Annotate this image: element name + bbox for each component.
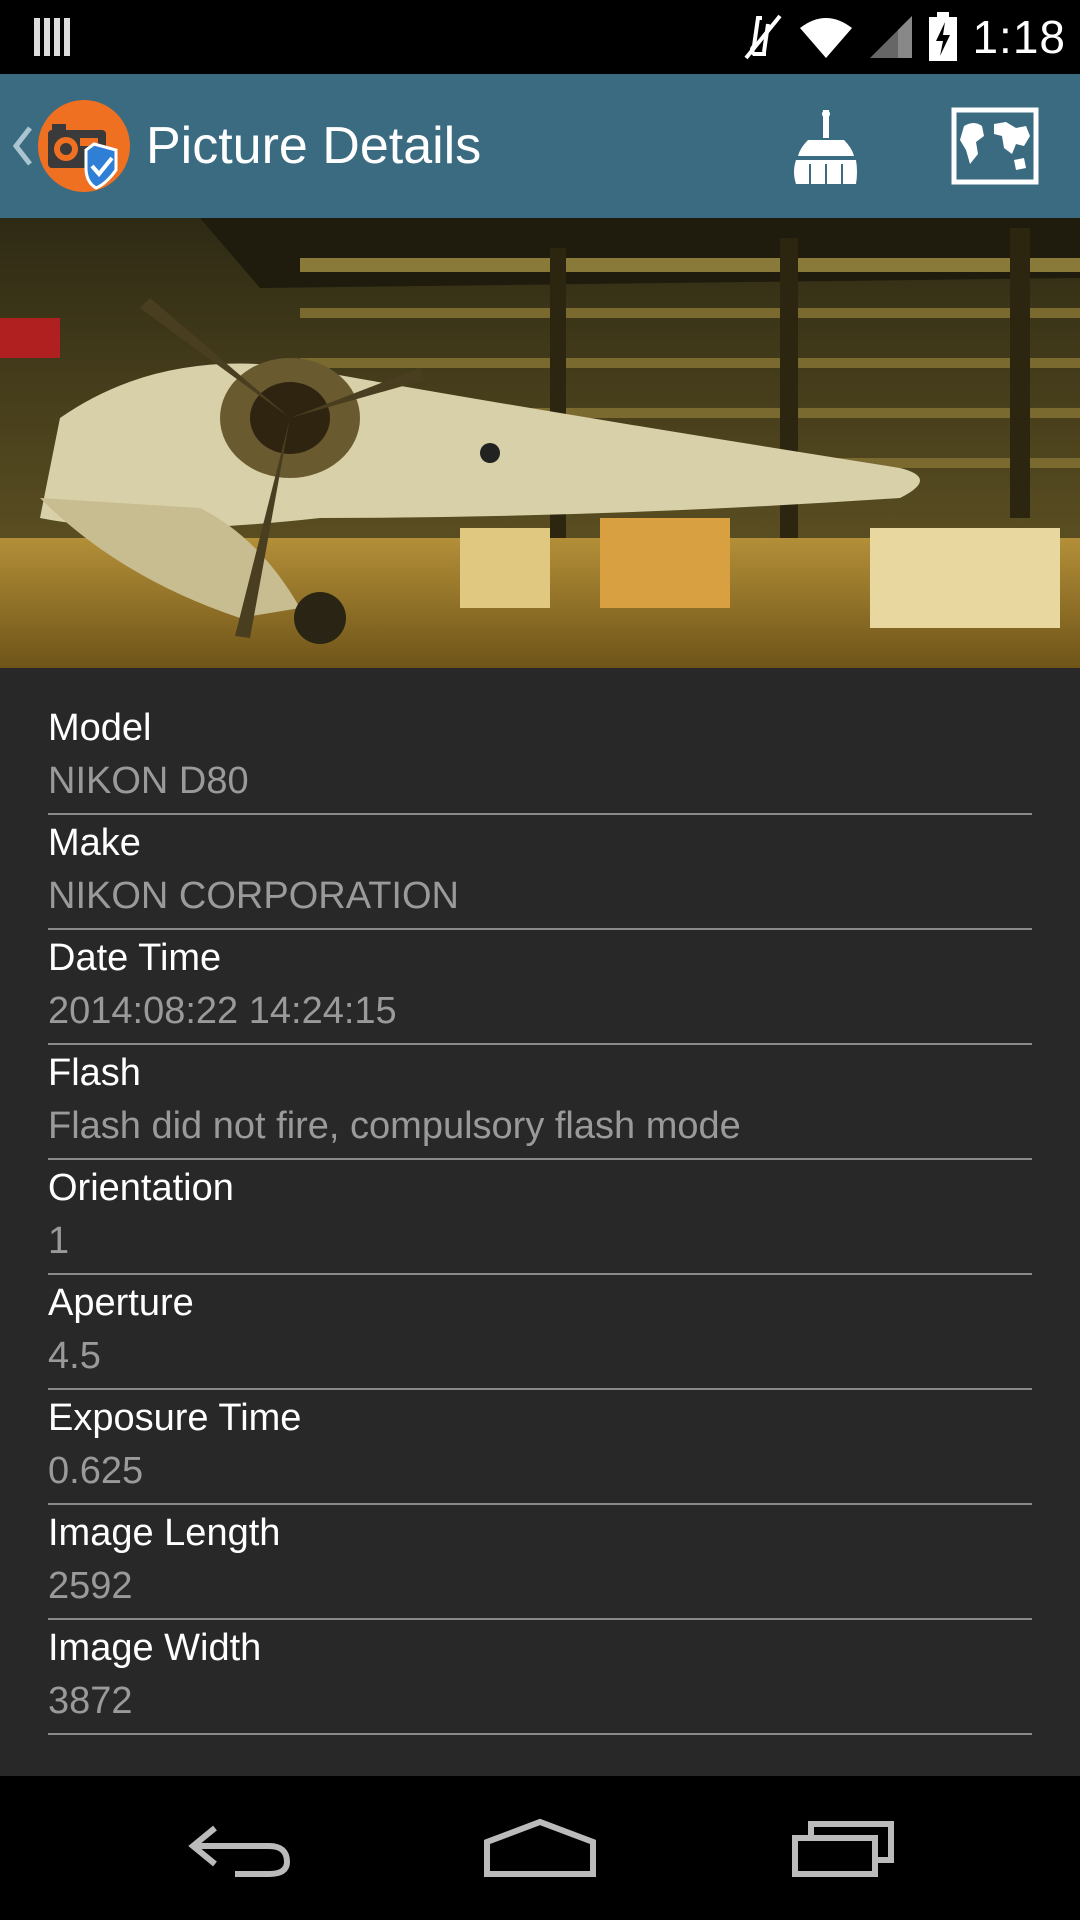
detail-row-make: Make NIKON CORPORATION: [48, 815, 1032, 930]
detail-row-image-width: Image Width 3872: [48, 1620, 1032, 1735]
detail-label: Make: [48, 822, 141, 864]
detail-value: 2014:08:22 14:24:15: [48, 990, 397, 1032]
detail-row-orientation: Orientation 1: [48, 1160, 1032, 1275]
detail-label: Flash: [48, 1052, 141, 1094]
airplane-photo: [0, 218, 1080, 668]
detail-row-model: Model NIKON D80: [48, 700, 1032, 815]
detail-label: Orientation: [48, 1167, 234, 1209]
app-logo-icon[interactable]: [36, 98, 132, 194]
detail-row-date-time: Date Time 2014:08:22 14:24:15: [48, 930, 1032, 1045]
navigation-bar: [0, 1776, 1080, 1920]
nav-recents-button[interactable]: [784, 1812, 904, 1884]
cell-signal-icon: [870, 16, 913, 58]
detail-value: 2592: [48, 1565, 133, 1607]
detail-row-aperture: Aperture 4.5: [48, 1275, 1032, 1390]
broom-clean-icon[interactable]: [786, 108, 866, 188]
detail-label: Aperture: [48, 1282, 194, 1324]
detail-label: Image Length: [48, 1512, 281, 1554]
detail-label: Exposure Time: [48, 1397, 302, 1439]
status-bar: 1:18: [0, 0, 1080, 74]
detail-label: Image Width: [48, 1627, 262, 1669]
detail-value: 1: [48, 1220, 70, 1262]
nav-back-button[interactable]: [180, 1812, 300, 1884]
status-icons: 1:18: [740, 0, 1066, 74]
battery-charging-icon: [929, 12, 958, 61]
detail-value: NIKON D80: [48, 760, 249, 802]
notification-bars-icon: [34, 18, 70, 56]
mute-icon: [744, 14, 783, 60]
details-panel: Model NIKON D80 Make NIKON CORPORATION D…: [0, 668, 1080, 1776]
detail-row-exposure-time: Exposure Time 0.625: [48, 1390, 1032, 1505]
status-time: 1:18: [972, 11, 1066, 63]
detail-value: Flash did not fire, compulsory flash mod…: [48, 1105, 741, 1147]
detail-value: NIKON CORPORATION: [48, 875, 459, 917]
wifi-icon: [800, 18, 853, 58]
detail-value: 4.5: [48, 1335, 101, 1377]
detail-row-image-length: Image Length 2592: [48, 1505, 1032, 1620]
app-bar: Picture Details: [0, 74, 1080, 218]
recents-icon: [792, 1821, 894, 1877]
up-chevron-icon[interactable]: [10, 122, 34, 170]
home-icon: [484, 1818, 596, 1877]
details-list: Model NIKON D80 Make NIKON CORPORATION D…: [48, 700, 1032, 1735]
back-icon: [188, 1825, 291, 1877]
detail-label: Model: [48, 707, 152, 749]
detail-row-flash: Flash Flash did not fire, compulsory fla…: [48, 1045, 1032, 1160]
nav-home-button[interactable]: [480, 1812, 600, 1884]
detail-value: 0.625: [48, 1450, 144, 1492]
page-title: Picture Details: [146, 117, 482, 175]
world-map-icon[interactable]: [950, 106, 1040, 186]
detail-label: Date Time: [48, 937, 222, 979]
detail-value: 3872: [48, 1680, 133, 1722]
picture-preview[interactable]: [0, 218, 1080, 668]
